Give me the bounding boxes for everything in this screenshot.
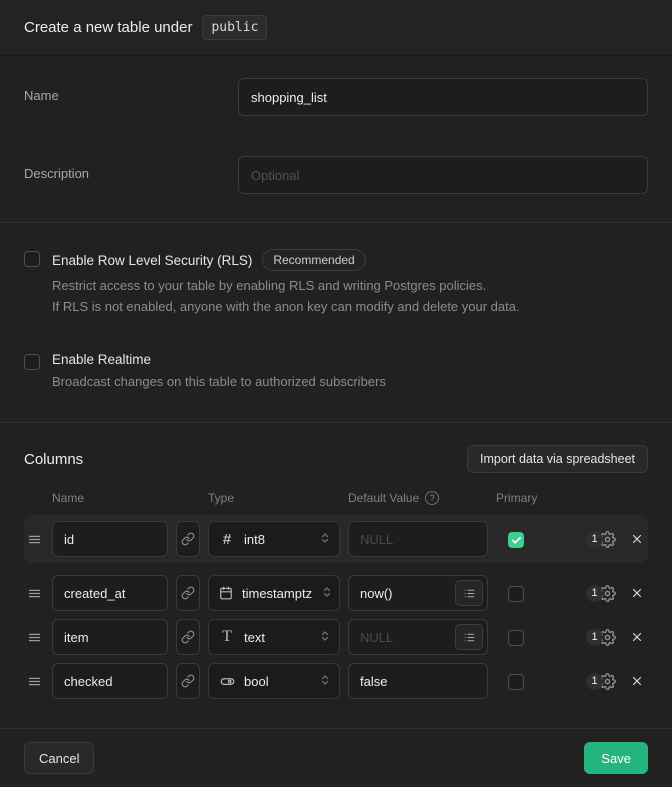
chevron-updown-icon [319, 532, 331, 547]
column-row-id: # int8 1 [24, 515, 648, 563]
foreign-key-icon[interactable] [176, 663, 200, 699]
column-type-select[interactable]: timestamptz [208, 575, 340, 611]
column-name-input[interactable] [52, 619, 168, 655]
name-row: Name [24, 78, 648, 116]
drag-handle-icon[interactable] [24, 586, 44, 601]
columns-header-row: Name Type Default Value ? Primary [24, 491, 648, 505]
header-type: Type [208, 491, 340, 505]
delete-column-button[interactable] [630, 630, 644, 644]
column-settings-button[interactable]: 1 [586, 629, 616, 646]
header-default-value: Default Value [348, 491, 419, 505]
column-type-select[interactable]: bool [208, 663, 340, 699]
table-info-section: Name Description [0, 56, 672, 222]
chevron-updown-icon [319, 630, 331, 645]
hash-icon: # [219, 531, 235, 548]
schema-badge: public [202, 15, 267, 40]
boolean-icon [219, 674, 235, 689]
text-icon: T [219, 628, 235, 646]
default-value-input[interactable] [348, 521, 488, 557]
settings-count-badge: 1 [586, 629, 603, 646]
column-settings-button[interactable]: 1 [586, 673, 616, 690]
description-label: Description [24, 156, 238, 181]
foreign-key-icon[interactable] [176, 575, 200, 611]
list-icon [463, 587, 476, 600]
rls-description: Restrict access to your table by enablin… [52, 276, 520, 318]
primary-checkbox[interactable] [508, 586, 524, 602]
column-row-created-at: timestamptz 1 [24, 575, 648, 611]
close-icon [630, 630, 644, 644]
rls-label: Enable Row Level Security (RLS) [52, 253, 252, 268]
table-description-input[interactable] [238, 156, 648, 194]
columns-title: Columns [24, 451, 83, 468]
table-row: # int8 1 [24, 521, 648, 557]
realtime-label: Enable Realtime [52, 352, 151, 367]
drag-handle-icon[interactable] [24, 630, 44, 645]
header-name: Name [52, 491, 168, 505]
column-name-input[interactable] [52, 521, 168, 557]
chevron-updown-icon [319, 674, 331, 689]
settings-count-badge: 1 [586, 673, 603, 690]
close-icon [630, 674, 644, 688]
realtime-option: Enable Realtime Broadcast changes on thi… [24, 352, 648, 393]
drag-handle-icon[interactable] [24, 674, 44, 689]
default-value-picker-button[interactable] [455, 580, 483, 606]
delete-column-button[interactable] [630, 532, 644, 546]
close-icon [630, 532, 644, 546]
column-type-select[interactable]: # int8 [208, 521, 340, 557]
options-section: Enable Row Level Security (RLS) Recommen… [0, 223, 672, 422]
foreign-key-icon[interactable] [176, 619, 200, 655]
dialog-header: Create a new table under public [0, 0, 672, 56]
description-row: Description [24, 156, 648, 194]
column-row-checked: bool 1 [24, 663, 648, 699]
list-icon [463, 631, 476, 644]
settings-count-badge: 1 [586, 531, 603, 548]
primary-checkbox[interactable] [508, 532, 524, 548]
realtime-checkbox[interactable] [24, 354, 40, 370]
calendar-icon [219, 586, 233, 600]
close-icon [630, 586, 644, 600]
cancel-button[interactable]: Cancel [24, 742, 94, 774]
chevron-updown-icon [321, 586, 333, 601]
table-name-input[interactable] [238, 78, 648, 116]
import-spreadsheet-button[interactable]: Import data via spreadsheet [467, 445, 648, 473]
column-settings-button[interactable]: 1 [586, 531, 616, 548]
check-icon [511, 535, 522, 546]
foreign-key-icon[interactable] [176, 521, 200, 557]
primary-checkbox[interactable] [508, 630, 524, 646]
columns-section: Columns Import data via spreadsheet Name… [0, 423, 672, 728]
settings-count-badge: 1 [586, 585, 603, 602]
dialog-footer: Cancel Save [0, 728, 672, 787]
save-button[interactable]: Save [584, 742, 648, 774]
help-icon[interactable]: ? [425, 491, 439, 505]
header-primary: Primary [496, 491, 536, 505]
column-name-input[interactable] [52, 663, 168, 699]
drag-handle-icon[interactable] [24, 532, 44, 547]
default-value-input[interactable] [348, 663, 488, 699]
name-label: Name [24, 78, 238, 103]
default-value-picker-button[interactable] [455, 624, 483, 650]
column-type-select[interactable]: T text [208, 619, 340, 655]
delete-column-button[interactable] [630, 674, 644, 688]
realtime-description: Broadcast changes on this table to autho… [52, 372, 386, 393]
rls-checkbox[interactable] [24, 251, 40, 267]
dialog-title: Create a new table under [24, 19, 192, 36]
primary-checkbox[interactable] [508, 674, 524, 690]
rls-option: Enable Row Level Security (RLS) Recommen… [24, 249, 648, 318]
column-name-input[interactable] [52, 575, 168, 611]
column-row-item: T text 1 [24, 619, 648, 655]
column-settings-button[interactable]: 1 [586, 585, 616, 602]
delete-column-button[interactable] [630, 586, 644, 600]
recommended-badge: Recommended [262, 249, 365, 271]
